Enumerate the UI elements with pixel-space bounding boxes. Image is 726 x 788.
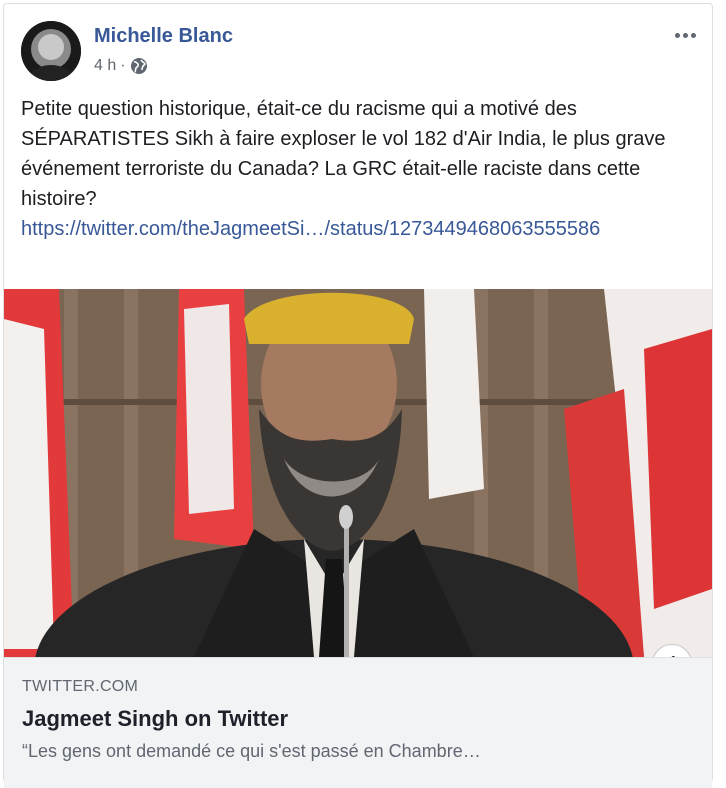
meta-separator: · — [120, 57, 126, 74]
post-header: Michelle Blanc 4 h · — [21, 21, 700, 85]
post-meta: 4 h · — [94, 57, 148, 75]
post-time[interactable]: 4 h — [94, 57, 116, 75]
post-card: Michelle Blanc 4 h · Petite question his… — [3, 3, 713, 788]
globe-icon[interactable] — [130, 57, 148, 75]
preview-description: “Les gens ont demandé ce qui s'est passé… — [22, 741, 481, 761]
post-body: Petite question historique, était-ce du … — [21, 94, 691, 244]
preview-image[interactable] — [4, 289, 712, 657]
preview-title[interactable]: Jagmeet Singh on Twitter — [22, 706, 288, 732]
avatar[interactable] — [21, 21, 81, 81]
post-link[interactable]: https://twitter.com/theJagmeetSi…/status… — [21, 218, 600, 240]
preview-domain: TWITTER.COM — [22, 678, 139, 695]
link-preview[interactable]: TWITTER.COM Jagmeet Singh on Twitter “Le… — [4, 657, 712, 788]
post-text: Petite question historique, était-ce du … — [21, 98, 666, 210]
more-options-icon[interactable] — [670, 23, 700, 47]
author-name[interactable]: Michelle Blanc — [94, 25, 233, 48]
